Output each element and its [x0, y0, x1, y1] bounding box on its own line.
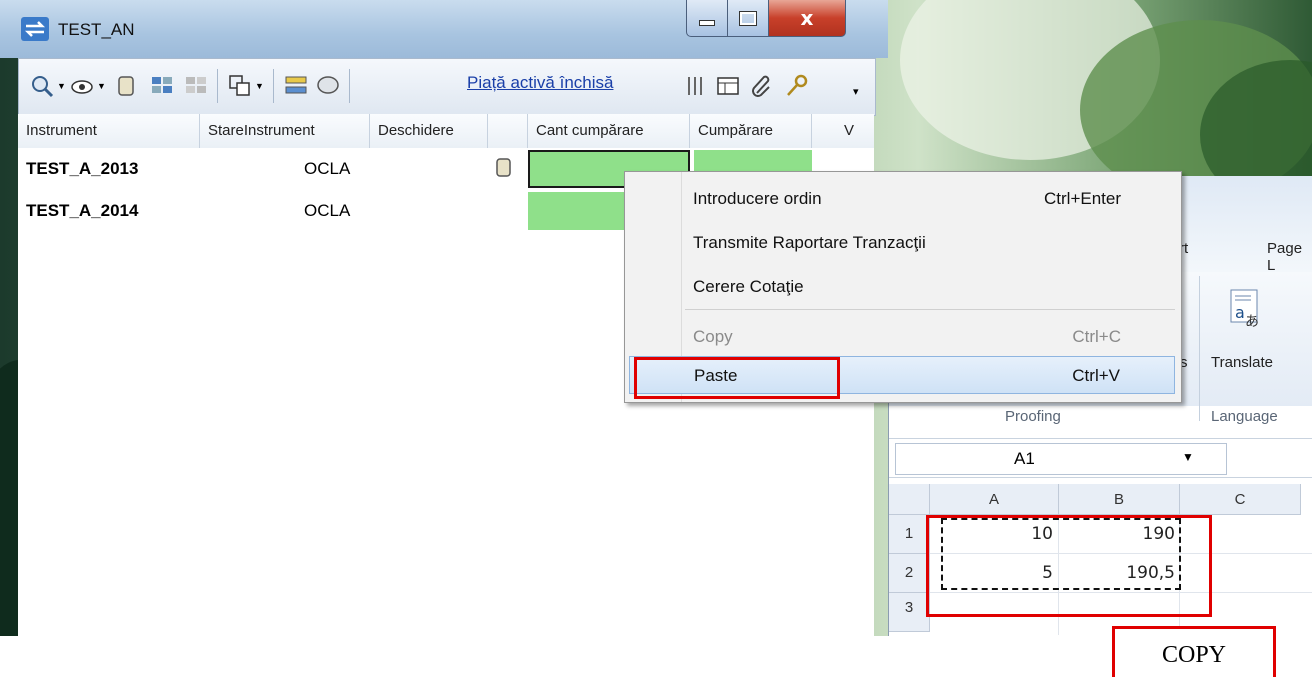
book-icon[interactable] — [113, 73, 139, 99]
minimize-button[interactable] — [686, 0, 728, 37]
chart-icon[interactable] — [283, 73, 309, 99]
column-header-deschidere[interactable]: Deschidere — [370, 114, 488, 148]
paperclip-icon[interactable] — [749, 73, 775, 99]
select-all-corner[interactable] — [889, 484, 930, 515]
menu-item-label: Cerere Cotaţie — [693, 277, 804, 296]
ribbon-separator — [1199, 276, 1200, 421]
toolbar-separator — [349, 69, 350, 103]
menu-item-transmite-raportare[interactable]: Transmite Raportare Tranzacţii — [625, 224, 1181, 262]
close-button[interactable]: x — [768, 0, 846, 37]
menu-item-introducere-ordin[interactable]: Introducere ordin Ctrl+Enter — [625, 180, 1181, 218]
menu-item-cerere-cotatie[interactable]: Cerere Cotaţie — [625, 268, 1181, 306]
column-header-cumparare[interactable]: Cumpărare — [690, 114, 812, 148]
column-header-cant-cumparare[interactable]: Cant cumpărare — [528, 114, 690, 148]
settings-icon[interactable] — [149, 73, 175, 99]
window-title: TEST_AN — [58, 20, 135, 39]
eye-icon[interactable] — [69, 73, 95, 99]
comment-icon[interactable] — [315, 73, 341, 99]
menu-item-shortcut: Ctrl+C — [1072, 327, 1121, 346]
title-bar[interactable]: TEST_AN x — [0, 0, 888, 58]
stare-cell: OCLA — [304, 159, 351, 178]
menu-item-copy: Copy Ctrl+C — [625, 318, 1181, 356]
exchange-arrows-icon — [20, 16, 50, 42]
name-box-bar: A1 ▼ — [889, 438, 1312, 478]
close-icon: x — [800, 6, 814, 30]
column-header-blank[interactable] — [488, 114, 528, 148]
instrument-cell: TEST_A_2014 — [26, 201, 139, 220]
menu-item-label: Introducere ordin — [693, 189, 822, 208]
magnifier-icon[interactable] — [29, 73, 55, 99]
translate-icon[interactable]: aあ — [1217, 282, 1271, 346]
name-box-value: A1 — [1014, 449, 1035, 468]
table-icon[interactable] — [715, 73, 741, 99]
menu-item-shortcut: Ctrl+V — [1072, 366, 1120, 385]
menu-separator — [685, 309, 1175, 310]
row-header-3[interactable]: 3 — [889, 593, 930, 632]
group-language: Language — [1211, 408, 1278, 425]
table-header: Instrument StareInstrument Deschidere Ca… — [18, 114, 874, 149]
chevron-down-icon[interactable]: ▼ — [1182, 450, 1194, 464]
menu-item-label: Copy — [693, 327, 733, 346]
column-header-instrument[interactable]: Instrument — [18, 114, 200, 148]
group-proofing: Proofing — [1005, 408, 1061, 425]
row-header-1[interactable]: 1 — [889, 515, 930, 554]
maximize-icon — [739, 10, 757, 26]
menu-item-label: Transmite Raportare Tranzacţii — [693, 233, 926, 252]
paste-highlight-box — [634, 357, 840, 399]
columns-icon[interactable] — [683, 73, 709, 99]
book-icon[interactable] — [494, 156, 514, 180]
column-header-v[interactable]: V — [812, 114, 874, 148]
translate-button[interactable]: Translate — [1211, 354, 1273, 371]
svg-text:a: a — [1235, 303, 1245, 322]
row-header-2[interactable]: 2 — [889, 554, 930, 593]
settings-disabled-icon — [183, 73, 209, 99]
dropdown-icon[interactable]: ▼ — [57, 81, 66, 91]
toolbar-separator — [217, 69, 218, 103]
column-header-stare[interactable]: StareInstrument — [200, 114, 370, 148]
overflow-chevron-icon[interactable]: ▾ — [853, 85, 859, 98]
stare-cell: OCLA — [304, 201, 351, 220]
column-header-v-label: V — [844, 122, 855, 139]
refresh-icon[interactable] — [227, 73, 253, 99]
key-icon[interactable] — [783, 73, 809, 99]
menu-item-shortcut: Ctrl+Enter — [1044, 189, 1121, 208]
column-header-b[interactable]: B — [1059, 484, 1180, 515]
toolbar: ▼ ▼ ▼ Piață activă închisă ▾ — [18, 58, 876, 116]
svg-text:あ: あ — [1245, 314, 1259, 330]
column-header-a[interactable]: A — [930, 484, 1059, 515]
column-header-c[interactable]: C — [1180, 484, 1301, 515]
dropdown-icon[interactable]: ▼ — [255, 81, 264, 91]
toolbar-separator — [273, 69, 274, 103]
minimize-icon — [699, 20, 715, 26]
copy-annotation-label: COPY — [1112, 626, 1276, 677]
maximize-button[interactable] — [727, 0, 769, 37]
ribbon-tab-page-layout[interactable]: Page L — [1267, 240, 1312, 274]
market-status-link[interactable]: Piață activă închisă — [467, 73, 613, 93]
dropdown-icon[interactable]: ▼ — [97, 81, 106, 91]
copied-range-highlight-box — [926, 515, 1212, 617]
name-box[interactable]: A1 ▼ — [895, 443, 1227, 475]
instrument-cell: TEST_A_2013 — [26, 159, 139, 178]
